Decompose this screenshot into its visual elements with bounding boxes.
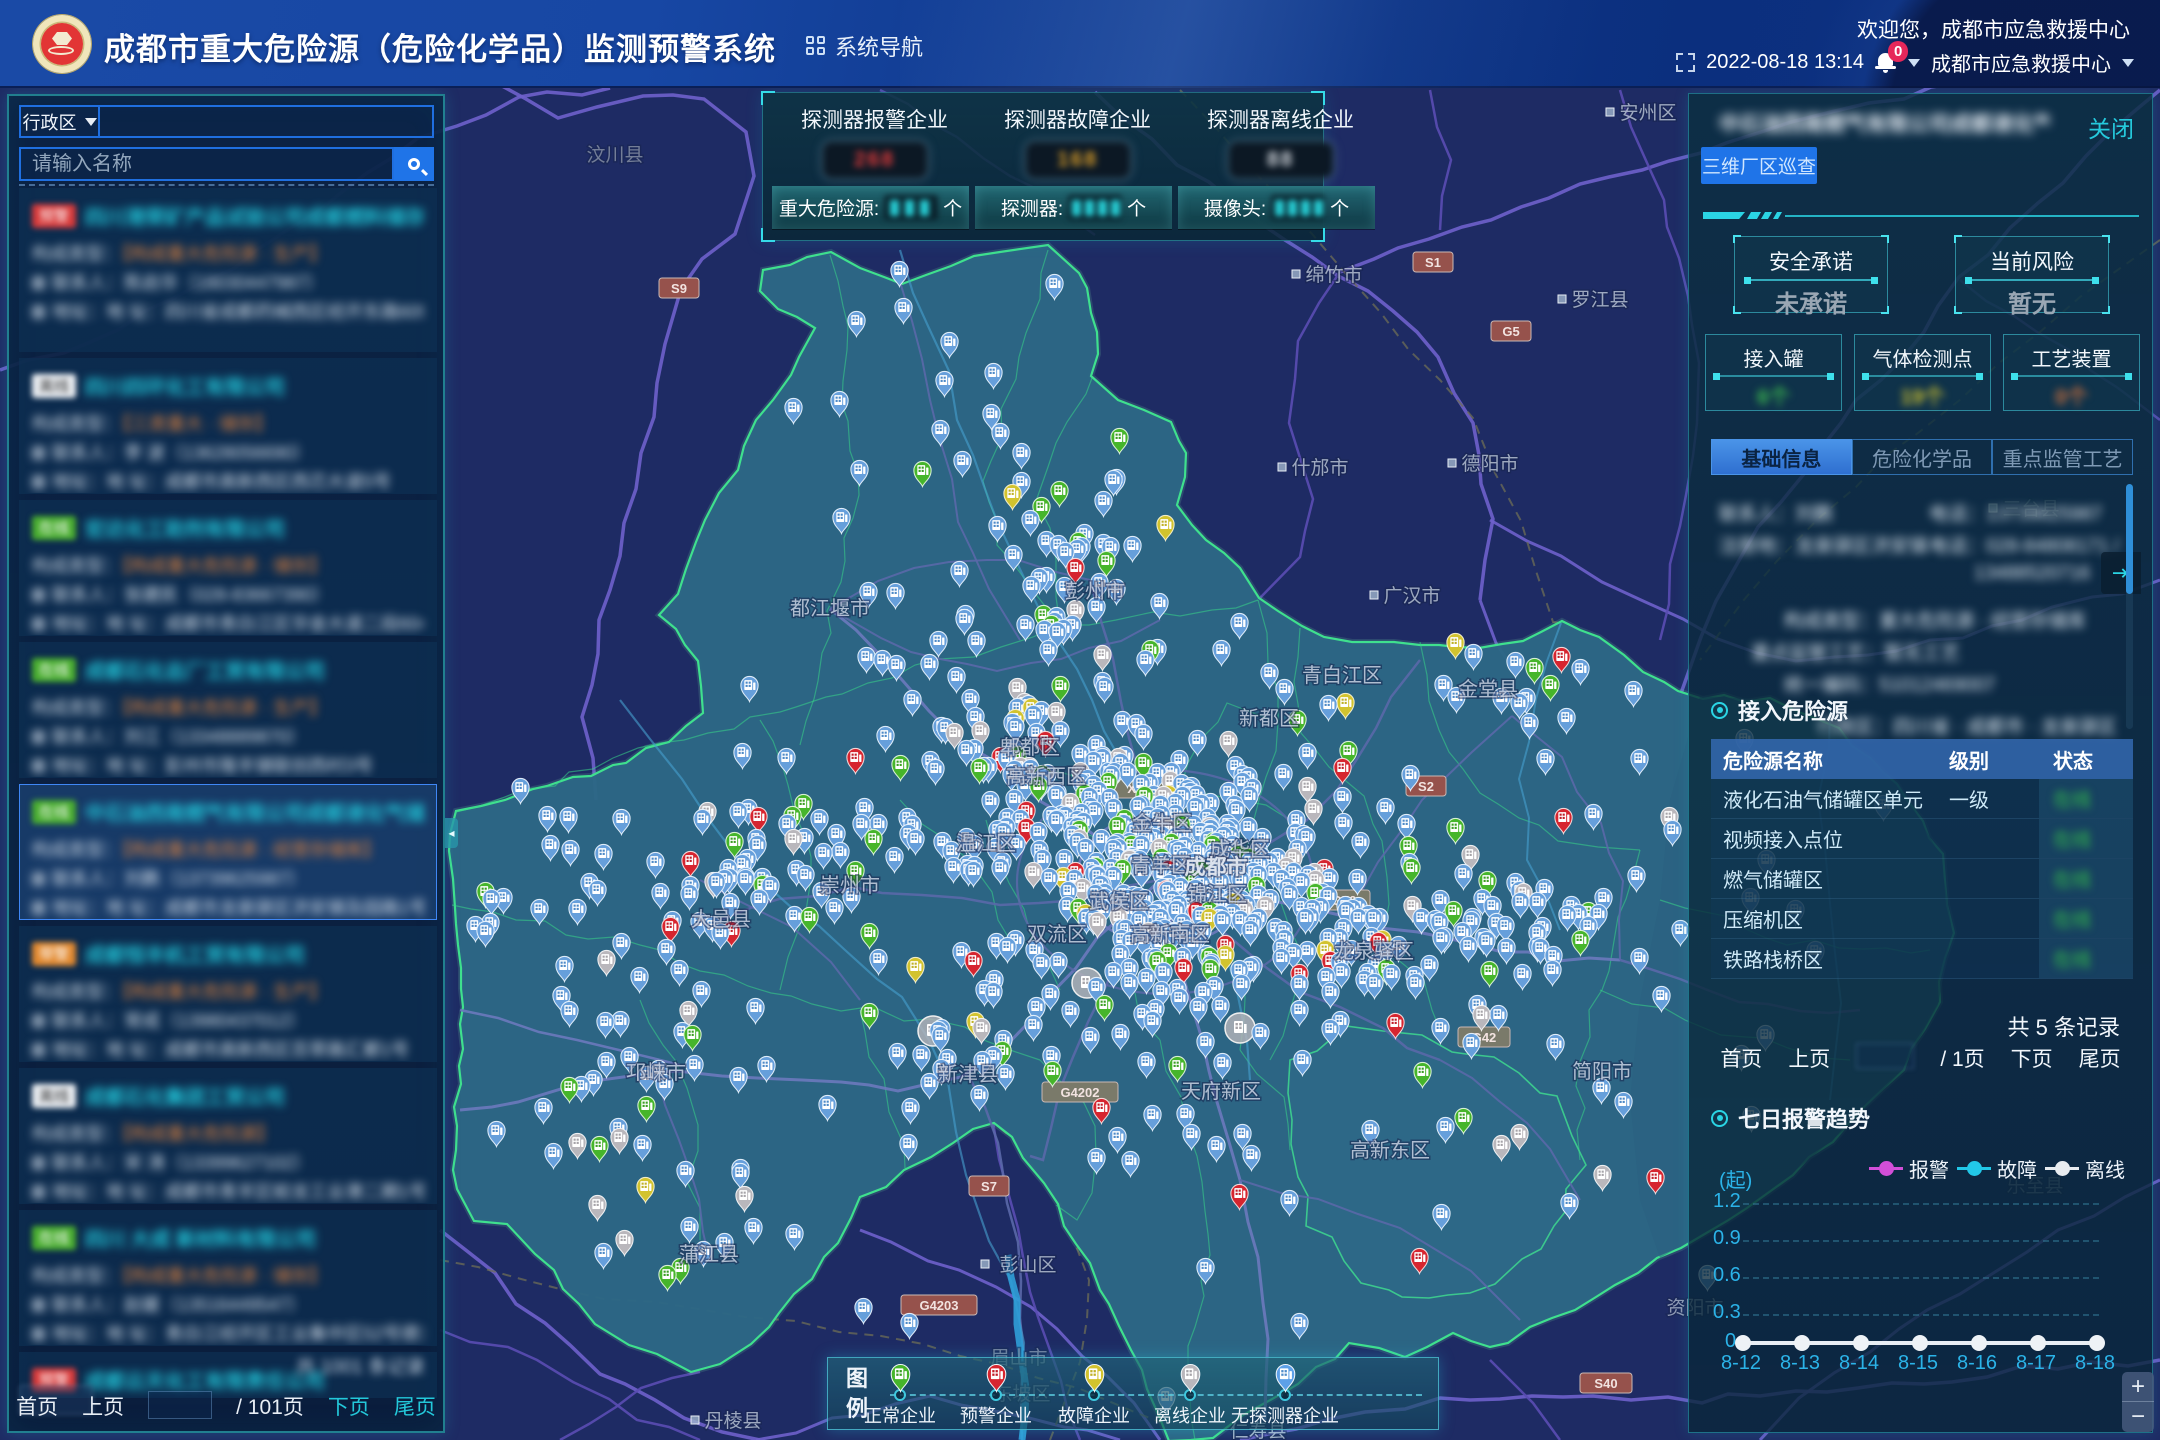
svg-text:罗江县: 罗江县 — [1571, 289, 1628, 311]
svg-text:郫都区: 郫都区 — [1000, 736, 1060, 759]
svg-text:天府新区: 天府新区 — [1181, 1080, 1261, 1103]
svg-text:青羊区: 青羊区 — [1131, 854, 1191, 877]
svg-text:广汉市: 广汉市 — [1383, 585, 1440, 607]
svg-text:双流区: 双流区 — [1027, 923, 1087, 946]
svg-text:S40: S40 — [1594, 1376, 1617, 1391]
svg-text:彭山区: 彭山区 — [999, 1254, 1056, 1276]
svg-text:都江堰市: 都江堰市 — [790, 597, 870, 620]
svg-text:汶川县: 汶川县 — [586, 144, 643, 166]
svg-text:高新南区: 高新南区 — [1130, 923, 1210, 946]
svg-text:安州区: 安州区 — [1619, 102, 1676, 124]
svg-text:德阳市: 德阳市 — [1461, 453, 1518, 475]
svg-text:什邡市: 什邡市 — [1291, 457, 1348, 479]
svg-text:新津县: 新津县 — [938, 1063, 998, 1086]
svg-text:绵竹市: 绵竹市 — [1305, 264, 1362, 286]
svg-text:G4202: G4202 — [1060, 1085, 1099, 1100]
svg-text:S9: S9 — [671, 281, 687, 296]
svg-text:金牛区: 金牛区 — [1132, 812, 1192, 835]
svg-text:大邑县: 大邑县 — [691, 908, 751, 931]
svg-text:金堂县: 金堂县 — [1458, 678, 1518, 701]
svg-text:简阳市: 简阳市 — [1572, 1060, 1632, 1083]
svg-text:龙泉驿区: 龙泉驿区 — [1334, 940, 1414, 963]
svg-text:高新东区: 高新东区 — [1350, 1139, 1430, 1162]
svg-text:邛崃市: 邛崃市 — [626, 1061, 686, 1084]
svg-text:温江区: 温江区 — [956, 832, 1016, 855]
svg-text:G4203: G4203 — [919, 1298, 958, 1313]
svg-text:新都区: 新都区 — [1239, 707, 1299, 730]
svg-text:武侯区: 武侯区 — [1089, 890, 1149, 913]
svg-text:锦江区: 锦江区 — [1187, 883, 1247, 906]
svg-text:青白江区: 青白江区 — [1302, 664, 1382, 687]
svg-text:崇州市: 崇州市 — [820, 874, 880, 897]
svg-text:S2: S2 — [1418, 779, 1434, 794]
svg-text:成都市: 成都市 — [1185, 855, 1248, 879]
svg-text:丹棱县: 丹棱县 — [704, 1410, 761, 1432]
svg-text:G5: G5 — [1502, 324, 1519, 339]
svg-text:彭州市: 彭州市 — [1065, 580, 1125, 603]
svg-text:S7: S7 — [981, 1179, 997, 1194]
svg-text:蒲江县: 蒲江县 — [679, 1243, 739, 1266]
svg-text:高新西区: 高新西区 — [1006, 765, 1086, 788]
svg-text:S1: S1 — [1425, 255, 1441, 270]
